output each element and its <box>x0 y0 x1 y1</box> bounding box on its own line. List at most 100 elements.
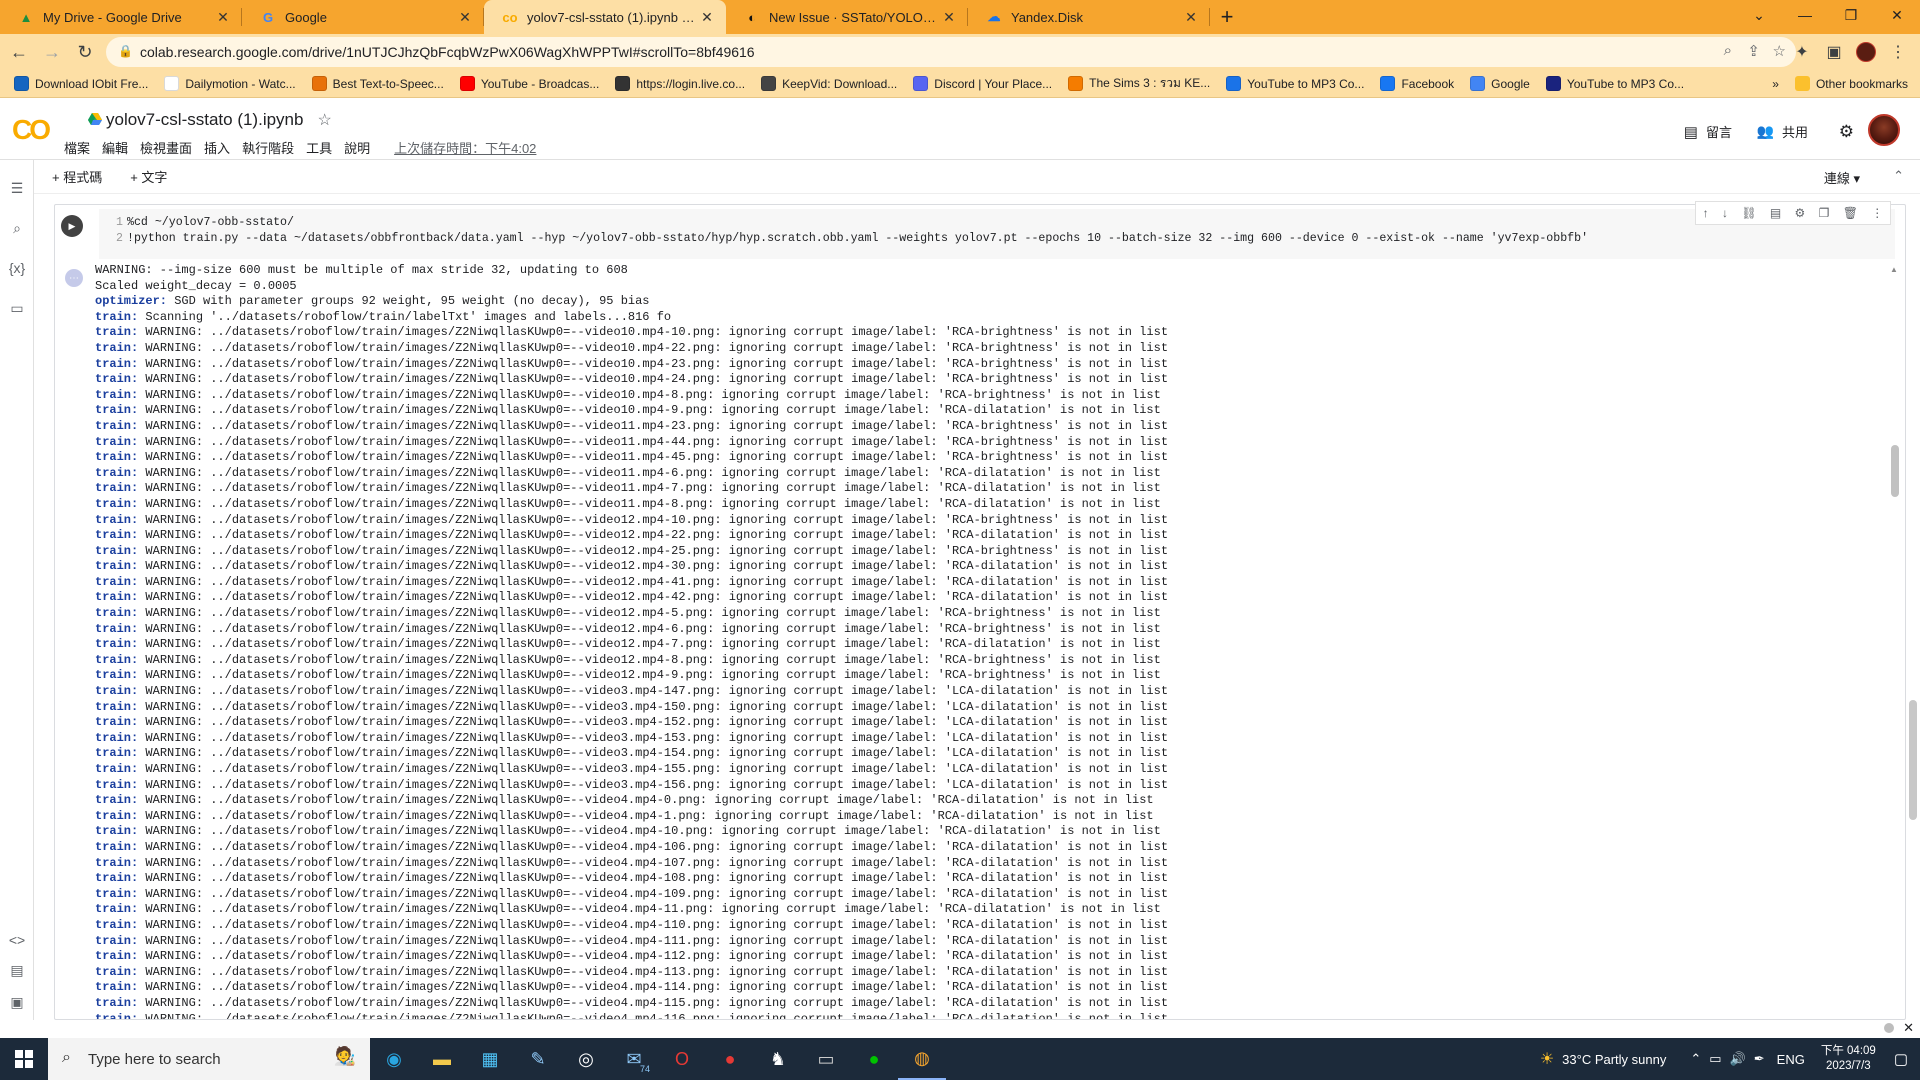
notepad-icon[interactable]: ✎ <box>514 1038 562 1080</box>
add-code-cell-button[interactable]: + 程式碼 <box>52 167 102 186</box>
opera-icon[interactable]: O <box>658 1038 706 1080</box>
bookmark-item[interactable]: Best Text-to-Speec... <box>304 76 452 91</box>
pen-icon[interactable]: ✒ <box>1754 1051 1765 1067</box>
store-icon[interactable]: ▦ <box>466 1038 514 1080</box>
language-indicator[interactable]: ENG <box>1777 1052 1805 1067</box>
bookmark-item[interactable]: YouTube - Broadcas... <box>452 76 608 91</box>
files-folder-icon[interactable]: ▭ <box>0 300 34 317</box>
terminal-icon[interactable]: ▣ <box>0 994 34 1011</box>
address-bar[interactable]: 🔒 colab.research.google.com/drive/1nUTJC… <box>106 37 1796 67</box>
reload-button[interactable]: ↻ <box>71 38 99 66</box>
move-down-icon[interactable]: ↓ <box>1722 206 1728 220</box>
battery-icon[interactable]: ▭ <box>1709 1051 1721 1067</box>
chrome-icon[interactable]: ◍ <box>898 1038 946 1080</box>
menu-item[interactable]: 插入 <box>204 138 230 157</box>
weather-text[interactable]: 33°C Partly sunny <box>1562 1052 1666 1067</box>
steam-icon[interactable]: ◎ <box>562 1038 610 1080</box>
code-snippets-icon[interactable]: <> <box>0 932 34 948</box>
code-cell[interactable]: ▶ 1 %cd ~/yolov7-obb-sstato/ 2 !python tra… <box>54 201 1906 1020</box>
variables-icon[interactable]: {x} <box>0 260 34 276</box>
mail-icon[interactable]: ✉ 74 <box>610 1038 658 1080</box>
profile-avatar[interactable] <box>1852 37 1880 67</box>
edge-icon[interactable]: ◉ <box>370 1038 418 1080</box>
bookmark-star-icon[interactable]: ☆ <box>1773 42 1786 60</box>
connect-button[interactable]: 連線 ▾ <box>1824 168 1860 187</box>
browser-tab[interactable]: G Google ✕ <box>242 0 484 34</box>
zoom-icon[interactable]: ⌕ <box>1724 42 1732 59</box>
last-saved-link[interactable]: 上次儲存時間：下午4:02 <box>394 138 536 157</box>
notifications-icon[interactable]: ▢ <box>1894 1050 1908 1068</box>
bookmark-item[interactable]: https://login.live.co... <box>607 76 753 91</box>
menu-item[interactable]: 檔案 <box>64 138 90 157</box>
tab-close-icon[interactable]: ✕ <box>1182 9 1200 26</box>
move-up-icon[interactable]: ↑ <box>1703 206 1709 220</box>
browser-tab[interactable]: co yolov7-csl-sstato (1).ipynb - Cola ✕ <box>484 0 726 34</box>
page-scroll-thumb[interactable] <box>1909 700 1917 820</box>
command-palette-icon[interactable]: ▤ <box>0 962 34 979</box>
tray-chevron-icon[interactable]: ⌃ <box>1690 1051 1701 1067</box>
tab-close-icon[interactable]: ✕ <box>214 9 232 26</box>
windows-start-button[interactable] <box>0 1038 48 1080</box>
browser-tab[interactable]: ◐ New Issue · SSTato/YOLOv7_obb✕ <box>726 0 968 34</box>
collapse-header-icon[interactable]: ⌃ <box>1893 168 1904 184</box>
browser-menu-icon[interactable]: ⋮ <box>1884 37 1912 67</box>
back-button[interactable]: ← <box>5 38 33 66</box>
browser-tab[interactable]: ▲ My Drive - Google Drive ✕ <box>0 0 242 34</box>
link-icon[interactable]: ⛓ <box>1741 206 1756 220</box>
menu-item[interactable]: 編輯 <box>102 138 128 157</box>
menu-item[interactable]: 執行階段 <box>242 138 294 157</box>
settings-gear-icon[interactable]: ⚙ <box>1839 122 1854 142</box>
bookmark-item[interactable]: YouTube to MP3 Co... <box>1218 76 1372 91</box>
taskbar-search-box[interactable]: ⌕ Type here to search 🧑‍🎨 <box>48 1038 370 1080</box>
close-window-button[interactable]: ✕ <box>1874 0 1920 30</box>
menu-item[interactable]: 說明 <box>344 138 370 157</box>
tab-close-icon[interactable]: ✕ <box>456 9 474 26</box>
tab-search-icon[interactable]: ⌄ <box>1736 0 1782 30</box>
bookmark-item[interactable]: The Sims 3 : รวม KE... <box>1060 74 1218 93</box>
terminal-app-icon[interactable]: ▭ <box>802 1038 850 1080</box>
run-cell-button[interactable]: ▶ <box>61 215 83 237</box>
user-avatar[interactable] <box>1868 114 1900 146</box>
delete-icon[interactable]: 🗑 <box>1843 206 1858 220</box>
output-icon[interactable]: ⋯ <box>65 269 83 287</box>
bookmark-item[interactable]: Download IObit Fre... <box>6 76 156 91</box>
scroll-up-arrow[interactable]: ▲ <box>1890 265 1898 274</box>
add-text-cell-button[interactable]: + 文字 <box>130 167 167 186</box>
share-button[interactable]: 👥 共用 <box>1757 122 1808 141</box>
cell-settings-icon[interactable]: ⚙ <box>1795 206 1806 220</box>
new-tab-button[interactable]: + <box>1210 0 1244 34</box>
bookmark-item[interactable]: YouTube to MP3 Co... <box>1538 76 1692 91</box>
search-icon[interactable]: ⌕ <box>0 220 34 237</box>
search-highlight-icon[interactable]: 🧑‍🎨 <box>334 1046 356 1067</box>
bookmark-item[interactable]: Discord | Your Place... <box>905 76 1060 91</box>
output-scrollbar[interactable]: ▲ <box>1889 265 1901 1017</box>
volume-icon[interactable]: 🔊 <box>1730 1051 1746 1067</box>
code-editor[interactable]: 1 %cd ~/yolov7-obb-sstato/ 2 !python train… <box>99 209 1895 259</box>
comment-icon[interactable]: ▤ <box>1770 206 1781 220</box>
tab-close-icon[interactable]: ✕ <box>698 9 716 26</box>
side-panel-icon[interactable]: ▣ <box>1820 37 1848 67</box>
star-icon[interactable]: ☆ <box>317 110 331 130</box>
comment-button[interactable]: ▤ 留言 <box>1684 122 1732 141</box>
mirror-cell-icon[interactable]: ❐ <box>1819 206 1830 220</box>
recorder-icon[interactable]: ● <box>706 1038 754 1080</box>
weather-icon[interactable]: ☀ <box>1540 1049 1554 1069</box>
browser-tab[interactable]: ☁ Yandex.Disk ✕ <box>968 0 1210 34</box>
share-icon[interactable]: ⇪ <box>1747 42 1760 60</box>
bookmarks-overflow-button[interactable]: » <box>1764 77 1787 91</box>
line-icon[interactable]: ● <box>850 1038 898 1080</box>
menu-item[interactable]: 檢視畫面 <box>140 138 192 157</box>
more-icon[interactable]: ⋮ <box>1871 206 1883 220</box>
output-scroll-thumb[interactable] <box>1891 445 1899 497</box>
extensions-icon[interactable]: ✦ <box>1788 37 1816 67</box>
bookmark-item[interactable]: KeepVid: Download... <box>753 76 905 91</box>
other-bookmarks[interactable]: Other bookmarks <box>1787 76 1920 91</box>
bookmark-item[interactable]: Dailymotion - Watc... <box>156 76 303 91</box>
lock-icon[interactable]: 🔒 <box>118 44 133 58</box>
game-icon[interactable]: ♞ <box>754 1038 802 1080</box>
colab-logo[interactable]: CO <box>12 114 51 146</box>
clock[interactable]: 下午 04:09 2023/7/3 <box>1821 1044 1876 1074</box>
menu-item[interactable]: 工具 <box>306 138 332 157</box>
close-panel-icon[interactable]: ✕ <box>1903 1020 1914 1036</box>
bookmark-item[interactable]: Google <box>1462 76 1538 91</box>
